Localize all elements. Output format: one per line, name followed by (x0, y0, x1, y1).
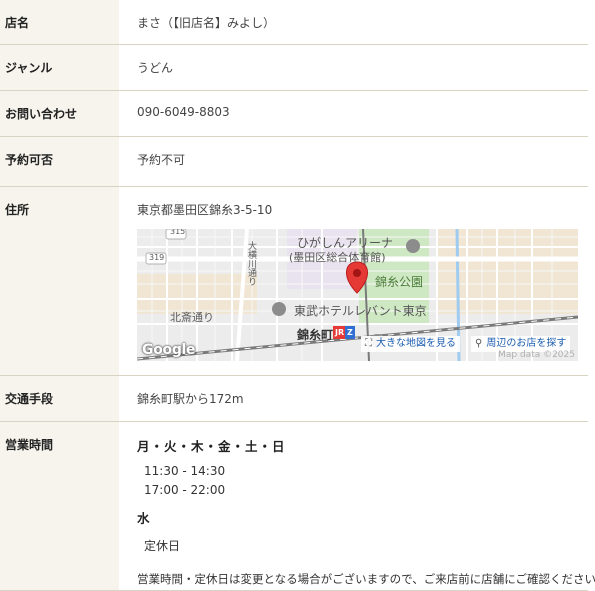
route-315-label: 315 (170, 228, 186, 236)
info-label-genre: ジャンル (0, 44, 119, 90)
open-days: 月・火・木・金・土・日 (137, 438, 286, 454)
restaurant-info-table: 店名 まさ（【旧店名】みよし） ジャンル うどん お問い合わせ 090-6049… (0, 0, 595, 591)
arena-sub-label: (墨田区総合体育館) (289, 250, 386, 264)
lunch-hours: 11:30 - 14:30 (144, 463, 226, 478)
info-row-name: 店名 まさ（【旧店名】みよし） (0, 0, 588, 44)
station-label: 錦糸町 (297, 327, 334, 342)
info-label-tel: お問い合わせ (0, 90, 119, 136)
genre-value: うどん (137, 60, 174, 75)
google-logo: Google (142, 341, 196, 358)
info-row-tel: お問い合わせ 090-6049-8803 (0, 90, 588, 136)
restaurant-name: まさ（【旧店名】みよし） (137, 16, 276, 30)
info-label-reservation: 予約可否 (0, 136, 119, 186)
route-319-label: 319 (149, 252, 165, 262)
larger-map-button[interactable]: ⛶ 大きな地図を見る (361, 335, 460, 352)
dinner-hours: 17:00 - 22:00 (144, 482, 226, 497)
info-label-hours: 営業時間 (0, 421, 119, 590)
park-label: 錦糸公園 (375, 274, 424, 289)
closed-day: 水 (137, 510, 150, 526)
nearby-shops-label: 周辺のお店を探す (486, 337, 567, 349)
hotel-label: 東武ホテルレバント東京 (294, 303, 427, 318)
map-attribution: Map data ©2025 (498, 349, 575, 360)
address-cell: 東京都墨田区錦糸3-5-10 315 319 ひがしんアリーナ (墨田区総合体育… (119, 186, 588, 375)
info-row-hours: 営業時間 月・火・木・金・土・日 11:30 - 14:30 17:00 - 2… (0, 421, 595, 590)
vertical-road-label: 大横川通り (246, 240, 256, 286)
hours-cell: 月・火・木・金・土・日 11:30 - 14:30 17:00 - 22:00 … (119, 421, 595, 590)
phone-number[interactable]: 090-6049-8803 (119, 90, 588, 136)
address-text: 東京都墨田区錦糸3-5-10 (137, 202, 273, 217)
hours-note: 営業時間・定休日は変更となる場合がございますので、ご来店前に店舗にご確認ください… (137, 571, 595, 586)
access-value: 錦糸町駅から172m (137, 391, 244, 406)
info-label-address: 住所 (0, 186, 119, 375)
closed-text: 定休日 (144, 538, 181, 553)
info-row-access: 交通手段 錦糸町駅から172m (0, 375, 588, 421)
street-label: 北斎通り (170, 310, 214, 324)
info-row-reservation: 予約可否 予約不可 (0, 136, 588, 186)
metro-badge: Z (345, 325, 355, 339)
map-embed[interactable]: 315 319 ひがしんアリーナ (墨田区総合体育館) 錦糸公園 東武ホテルレバ… (137, 228, 578, 361)
info-label-access: 交通手段 (0, 375, 119, 421)
search-icon: ⚲ (475, 337, 483, 349)
info-row-address: 住所 東京都墨田区錦糸3-5-10 315 319 ひがしんアリーナ (墨田区総… (0, 186, 588, 375)
larger-map-label: 大きな地図を見る (376, 337, 456, 349)
info-row-genre: ジャンル うどん (0, 44, 588, 90)
reservation-value: 予約不可 (137, 152, 186, 167)
info-label-name: 店名 (0, 0, 119, 44)
expand-icon: ⛶ (365, 337, 372, 349)
